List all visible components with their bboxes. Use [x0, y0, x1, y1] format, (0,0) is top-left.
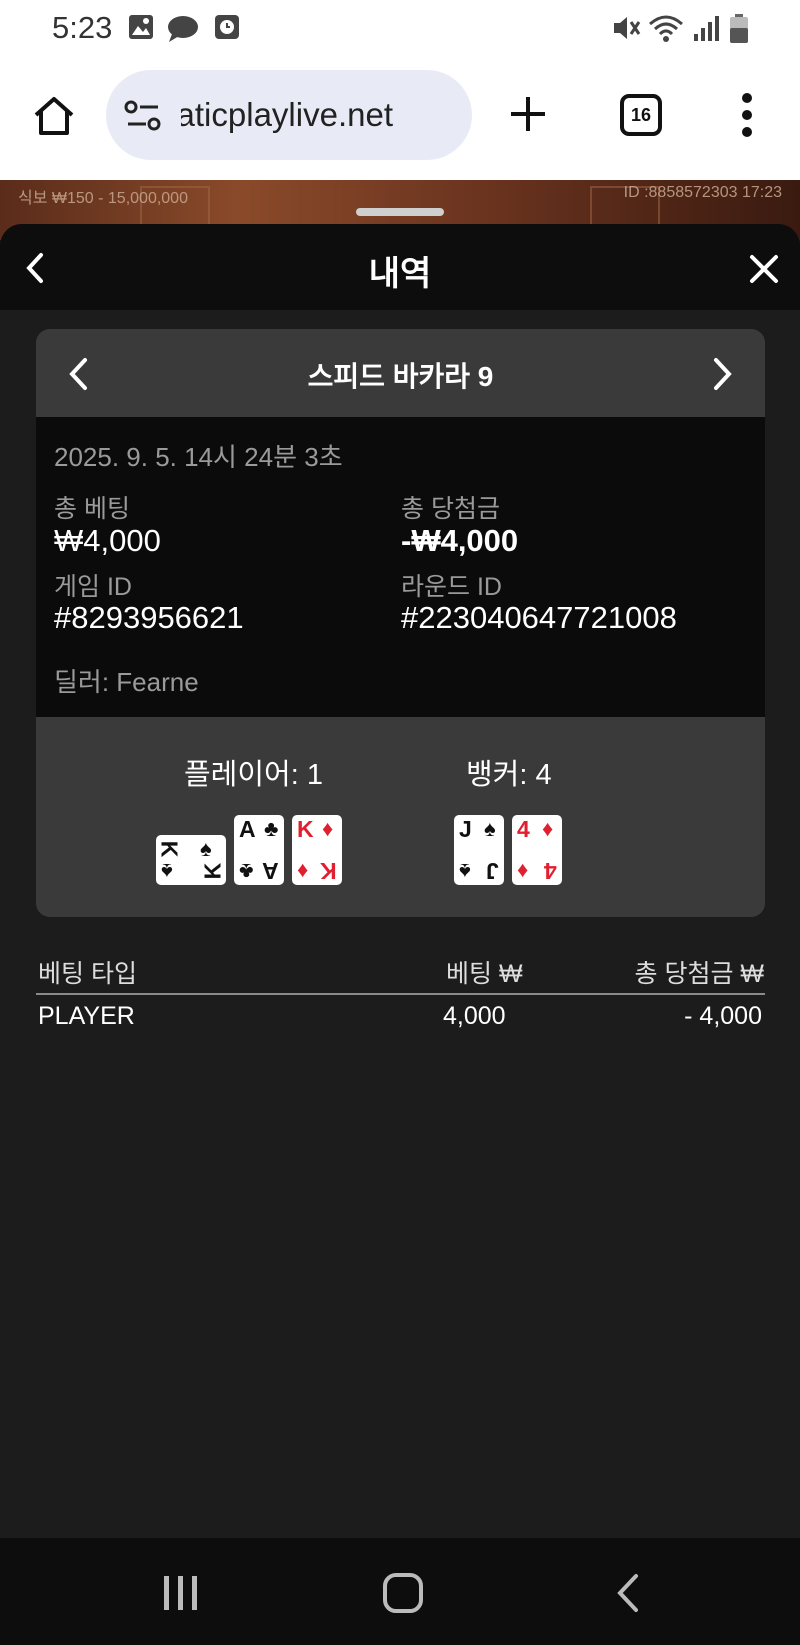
url-text[interactable]: pragmaticplaylive.net	[181, 96, 466, 134]
card-rank: 4	[517, 816, 530, 842]
wifi-icon	[649, 15, 683, 42]
new-tab-icon[interactable]	[508, 94, 548, 134]
table-divider	[36, 993, 765, 995]
card-rank: K	[199, 862, 226, 880]
card-suit: ♦	[542, 816, 554, 841]
recent-apps-icon[interactable]	[160, 1574, 202, 1612]
home-icon[interactable]	[32, 94, 76, 138]
total-bet-value: ₩4,000	[54, 523, 161, 558]
panel-title: 내역	[368, 255, 432, 293]
card-suit: ♠	[200, 836, 212, 861]
card-suit: ♠	[484, 816, 496, 841]
banker-card: 4 ♦ 4 ♦	[512, 815, 562, 885]
card-suit: ♠	[161, 859, 173, 884]
card-rank: J	[486, 858, 499, 884]
card-rank: J	[459, 816, 472, 842]
total-bet-label: 총 베팅	[54, 495, 130, 523]
total-win-label: 총 당첨금	[401, 495, 500, 523]
game-title: 스피드 바카라 9	[307, 361, 494, 392]
history-panel: 내역 스피드 바카라 9 2025. 9. 5. 14시 24분 3초 총 베팅…	[0, 224, 800, 1538]
more-menu-icon[interactable]	[738, 92, 756, 138]
signal-icon	[694, 16, 719, 41]
player-card: K ♦ K ♦	[292, 815, 342, 885]
player-card: A ♣ A ♣	[234, 815, 284, 885]
home-nav-icon[interactable]	[382, 1572, 424, 1614]
next-round-icon[interactable]	[711, 357, 735, 391]
player-score: 플레이어: 1	[184, 759, 323, 791]
col-header-bet-type: 베팅 타입	[38, 960, 137, 988]
card-suit: ♠	[459, 859, 471, 884]
bet-type-cell: PLAYER	[38, 1002, 135, 1030]
total-win-value: -₩4,000	[401, 523, 519, 558]
tab-switcher-button[interactable]: 16	[620, 94, 662, 136]
col-header-bet-amount: 베팅 ₩	[446, 960, 523, 988]
card-rank: K	[320, 858, 337, 884]
round-id-label: 라운드 ID	[401, 573, 502, 601]
card-suit: ♦	[297, 859, 309, 884]
card-rank: A	[262, 858, 279, 884]
address-bar[interactable]: pragmaticplaylive.net	[106, 70, 472, 160]
tab-count: 16	[630, 105, 652, 125]
round-id-value: #223040647721008	[401, 600, 677, 635]
panel-header: 내역	[0, 224, 800, 310]
browser-toolbar: pragmaticplaylive.net 16	[0, 56, 800, 180]
gallery-icon	[129, 15, 153, 39]
card-rank: A	[239, 816, 256, 842]
round-details: 2025. 9. 5. 14시 24분 3초 총 베팅 ₩4,000 총 당첨금…	[36, 417, 765, 717]
round-datetime: 2025. 9. 5. 14시 24분 3초	[54, 442, 343, 472]
sheet-drag-handle[interactable]	[356, 208, 444, 216]
round-card-header: 스피드 바카라 9	[36, 329, 765, 417]
cards-area: 플레이어: 1 뱅커: 4 K ♠ K ♠ A ♣ A ♣ K ♦ K ♦ J ♠ J ♠ 4 ♦ 4 ♦	[36, 717, 765, 917]
col-header-total-win: 총 당첨금 ₩	[634, 960, 765, 988]
game-id-time: ID :8858572303 17:23	[623, 184, 782, 201]
card-suit: ♣	[239, 859, 254, 884]
chat-bubble-icon	[168, 16, 198, 42]
card-rank: K	[297, 816, 314, 842]
battery-icon	[730, 14, 748, 43]
card-suit: ♣	[264, 816, 279, 841]
player-card: K ♠ K ♠	[156, 835, 226, 885]
total-win-cell: - 4,000	[684, 1002, 762, 1030]
dealer-name: 딜러: Fearne	[54, 667, 199, 697]
card-rank: 4	[544, 858, 557, 884]
table-limits: 식보 ₩150 - 15,000,000	[18, 190, 188, 207]
game-id-value: #8293956621	[54, 600, 244, 635]
site-settings-icon[interactable]	[124, 100, 162, 132]
banker-card: J ♠ J ♠	[454, 815, 504, 885]
back-nav-icon[interactable]	[614, 1572, 642, 1614]
game-id-label: 게임 ID	[54, 573, 132, 601]
card-rank: K	[156, 840, 183, 858]
card-suit: ♦	[322, 816, 334, 841]
mute-icon	[614, 17, 641, 39]
system-nav-bar	[0, 1538, 800, 1645]
card-suit: ♦	[517, 859, 529, 884]
banker-score: 뱅커: 4	[466, 759, 552, 791]
bet-amount-cell: 4,000	[443, 1002, 506, 1030]
close-icon[interactable]	[749, 254, 779, 284]
status-time: 5:23	[52, 10, 113, 45]
round-card: 스피드 바카라 9 2025. 9. 5. 14시 24분 3초 총 베팅 ₩4…	[36, 329, 765, 917]
alarm-icon	[215, 15, 239, 39]
status-bar: 5:23	[0, 0, 800, 56]
